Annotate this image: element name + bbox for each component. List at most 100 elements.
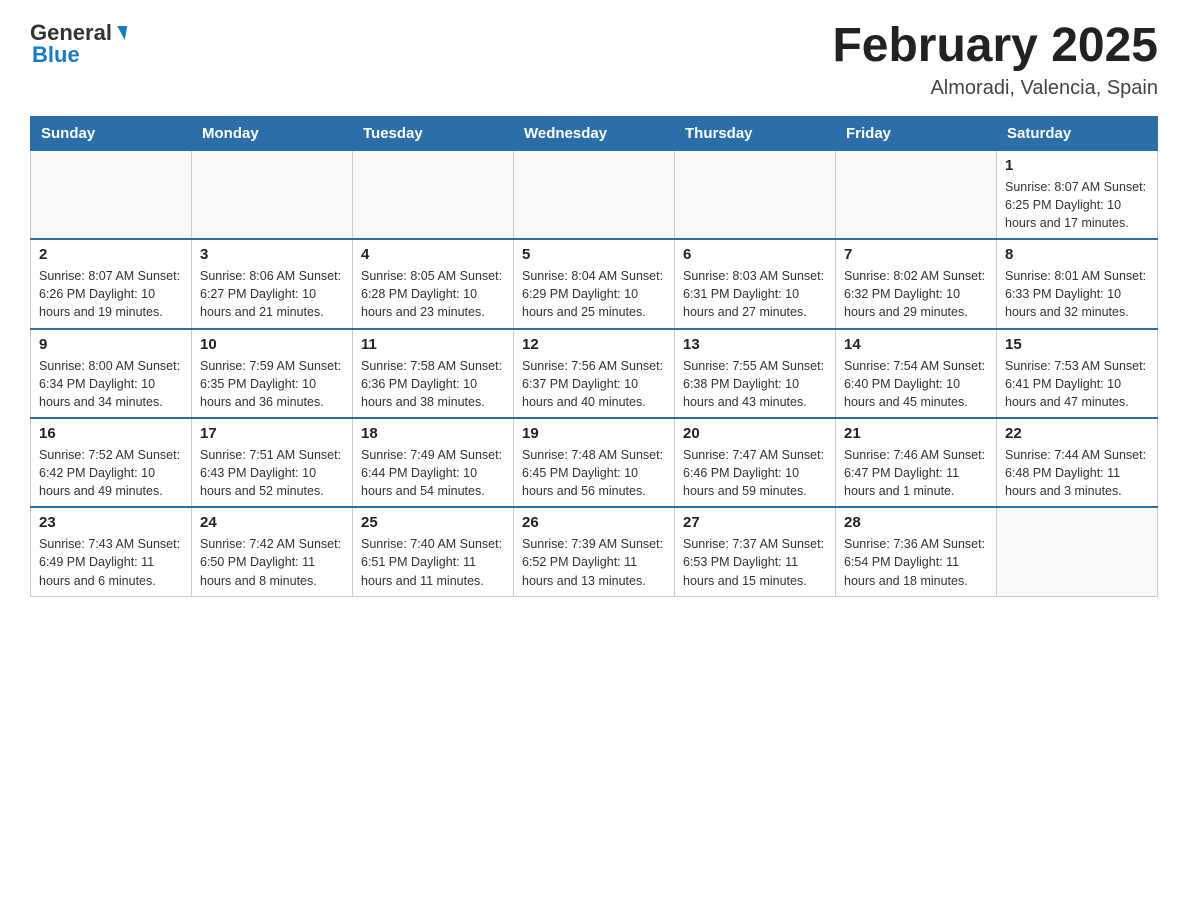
day-number: 1 bbox=[1005, 157, 1149, 174]
day-info: Sunrise: 7:37 AM Sunset: 6:53 PM Dayligh… bbox=[683, 535, 827, 589]
day-number: 19 bbox=[522, 425, 666, 442]
calendar-cell: 22 Sunrise: 7:44 AM Sunset: 6:48 PM Dayli… bbox=[997, 418, 1158, 507]
day-info: Sunrise: 7:55 AM Sunset: 6:38 PM Dayligh… bbox=[683, 357, 827, 411]
day-info: Sunrise: 7:48 AM Sunset: 6:45 PM Dayligh… bbox=[522, 446, 666, 500]
logo-arrow-icon bbox=[115, 26, 127, 40]
subtitle: Almoradi, Valencia, Spain bbox=[832, 77, 1158, 100]
col-header-thursday: Thursday bbox=[675, 116, 836, 150]
day-info: Sunrise: 8:06 AM Sunset: 6:27 PM Dayligh… bbox=[200, 267, 344, 321]
calendar-cell: 3 Sunrise: 8:06 AM Sunset: 6:27 PM Daylig… bbox=[192, 239, 353, 328]
day-info: Sunrise: 7:43 AM Sunset: 6:49 PM Dayligh… bbox=[39, 535, 183, 589]
day-info: Sunrise: 8:03 AM Sunset: 6:31 PM Dayligh… bbox=[683, 267, 827, 321]
calendar-cell bbox=[836, 150, 997, 239]
day-info: Sunrise: 8:00 AM Sunset: 6:34 PM Dayligh… bbox=[39, 357, 183, 411]
calendar-cell: 6 Sunrise: 8:03 AM Sunset: 6:31 PM Daylig… bbox=[675, 239, 836, 328]
day-info: Sunrise: 7:52 AM Sunset: 6:42 PM Dayligh… bbox=[39, 446, 183, 500]
day-number: 24 bbox=[200, 514, 344, 531]
calendar-cell: 28 Sunrise: 7:36 AM Sunset: 6:54 PM Dayli… bbox=[836, 507, 997, 596]
day-number: 3 bbox=[200, 246, 344, 263]
calendar-cell: 2 Sunrise: 8:07 AM Sunset: 6:26 PM Daylig… bbox=[31, 239, 192, 328]
calendar-week-row: 23 Sunrise: 7:43 AM Sunset: 6:49 PM Dayli… bbox=[31, 507, 1158, 596]
day-number: 20 bbox=[683, 425, 827, 442]
calendar-cell: 9 Sunrise: 8:00 AM Sunset: 6:34 PM Daylig… bbox=[31, 329, 192, 418]
day-info: Sunrise: 7:58 AM Sunset: 6:36 PM Dayligh… bbox=[361, 357, 505, 411]
day-number: 12 bbox=[522, 336, 666, 353]
calendar-cell: 1 Sunrise: 8:07 AM Sunset: 6:25 PM Daylig… bbox=[997, 150, 1158, 239]
day-number: 25 bbox=[361, 514, 505, 531]
calendar-cell: 4 Sunrise: 8:05 AM Sunset: 6:28 PM Daylig… bbox=[353, 239, 514, 328]
calendar-week-row: 1 Sunrise: 8:07 AM Sunset: 6:25 PM Daylig… bbox=[31, 150, 1158, 239]
calendar-cell: 14Sunrise: 7:54 AM Sunset: 6:40 PM Dayli… bbox=[836, 329, 997, 418]
calendar-cell: 27 Sunrise: 7:37 AM Sunset: 6:53 PM Dayli… bbox=[675, 507, 836, 596]
calendar-cell: 18 Sunrise: 7:49 AM Sunset: 6:44 PM Dayli… bbox=[353, 418, 514, 507]
day-number: 16 bbox=[39, 425, 183, 442]
calendar-cell: 13 Sunrise: 7:55 AM Sunset: 6:38 PM Dayli… bbox=[675, 329, 836, 418]
calendar-cell: 7 Sunrise: 8:02 AM Sunset: 6:32 PM Daylig… bbox=[836, 239, 997, 328]
calendar-table: SundayMondayTuesdayWednesdayThursdayFrid… bbox=[30, 116, 1158, 597]
page-header: General Blue February 2025 Almoradi, Val… bbox=[30, 20, 1158, 100]
calendar-week-row: 16 Sunrise: 7:52 AM Sunset: 6:42 PM Dayli… bbox=[31, 418, 1158, 507]
day-info: Sunrise: 8:07 AM Sunset: 6:26 PM Dayligh… bbox=[39, 267, 183, 321]
calendar-week-row: 9 Sunrise: 8:00 AM Sunset: 6:34 PM Daylig… bbox=[31, 329, 1158, 418]
title-area: February 2025 Almoradi, Valencia, Spain bbox=[832, 20, 1158, 100]
calendar-cell bbox=[192, 150, 353, 239]
calendar-cell: 20Sunrise: 7:47 AM Sunset: 6:46 PM Dayli… bbox=[675, 418, 836, 507]
day-number: 7 bbox=[844, 246, 988, 263]
day-number: 22 bbox=[1005, 425, 1149, 442]
calendar-cell: 16 Sunrise: 7:52 AM Sunset: 6:42 PM Dayli… bbox=[31, 418, 192, 507]
main-title: February 2025 bbox=[832, 20, 1158, 73]
day-info: Sunrise: 7:54 AM Sunset: 6:40 PM Dayligh… bbox=[844, 357, 988, 411]
day-info: Sunrise: 7:39 AM Sunset: 6:52 PM Dayligh… bbox=[522, 535, 666, 589]
day-number: 9 bbox=[39, 336, 183, 353]
col-header-saturday: Saturday bbox=[997, 116, 1158, 150]
day-info: Sunrise: 7:36 AM Sunset: 6:54 PM Dayligh… bbox=[844, 535, 988, 589]
day-number: 26 bbox=[522, 514, 666, 531]
day-number: 5 bbox=[522, 246, 666, 263]
calendar-cell: 8Sunrise: 8:01 AM Sunset: 6:33 PM Daylig… bbox=[997, 239, 1158, 328]
calendar-cell: 15Sunrise: 7:53 AM Sunset: 6:41 PM Dayli… bbox=[997, 329, 1158, 418]
calendar-header-row: SundayMondayTuesdayWednesdayThursdayFrid… bbox=[31, 116, 1158, 150]
calendar-cell: 25Sunrise: 7:40 AM Sunset: 6:51 PM Dayli… bbox=[353, 507, 514, 596]
day-info: Sunrise: 8:01 AM Sunset: 6:33 PM Dayligh… bbox=[1005, 267, 1149, 321]
day-info: Sunrise: 7:44 AM Sunset: 6:48 PM Dayligh… bbox=[1005, 446, 1149, 500]
day-number: 2 bbox=[39, 246, 183, 263]
calendar-cell: 23 Sunrise: 7:43 AM Sunset: 6:49 PM Dayli… bbox=[31, 507, 192, 596]
logo-blue-text: Blue bbox=[32, 42, 80, 68]
calendar-cell: 5 Sunrise: 8:04 AM Sunset: 6:29 PM Daylig… bbox=[514, 239, 675, 328]
day-info: Sunrise: 7:46 AM Sunset: 6:47 PM Dayligh… bbox=[844, 446, 988, 500]
day-info: Sunrise: 7:49 AM Sunset: 6:44 PM Dayligh… bbox=[361, 446, 505, 500]
calendar-week-row: 2 Sunrise: 8:07 AM Sunset: 6:26 PM Daylig… bbox=[31, 239, 1158, 328]
day-info: Sunrise: 8:05 AM Sunset: 6:28 PM Dayligh… bbox=[361, 267, 505, 321]
calendar-cell: 19 Sunrise: 7:48 AM Sunset: 6:45 PM Dayli… bbox=[514, 418, 675, 507]
day-info: Sunrise: 8:07 AM Sunset: 6:25 PM Dayligh… bbox=[1005, 178, 1149, 232]
day-info: Sunrise: 7:59 AM Sunset: 6:35 PM Dayligh… bbox=[200, 357, 344, 411]
day-info: Sunrise: 8:04 AM Sunset: 6:29 PM Dayligh… bbox=[522, 267, 666, 321]
day-number: 4 bbox=[361, 246, 505, 263]
calendar-cell bbox=[31, 150, 192, 239]
col-header-tuesday: Tuesday bbox=[353, 116, 514, 150]
col-header-wednesday: Wednesday bbox=[514, 116, 675, 150]
calendar-cell: 17 Sunrise: 7:51 AM Sunset: 6:43 PM Dayli… bbox=[192, 418, 353, 507]
day-number: 21 bbox=[844, 425, 988, 442]
day-number: 18 bbox=[361, 425, 505, 442]
day-number: 6 bbox=[683, 246, 827, 263]
col-header-friday: Friday bbox=[836, 116, 997, 150]
day-number: 15 bbox=[1005, 336, 1149, 353]
day-number: 28 bbox=[844, 514, 988, 531]
calendar-cell: 21 Sunrise: 7:46 AM Sunset: 6:47 PM Dayli… bbox=[836, 418, 997, 507]
day-number: 23 bbox=[39, 514, 183, 531]
col-header-monday: Monday bbox=[192, 116, 353, 150]
day-info: Sunrise: 7:42 AM Sunset: 6:50 PM Dayligh… bbox=[200, 535, 344, 589]
calendar-cell: 10 Sunrise: 7:59 AM Sunset: 6:35 PM Dayli… bbox=[192, 329, 353, 418]
day-number: 10 bbox=[200, 336, 344, 353]
day-info: Sunrise: 8:02 AM Sunset: 6:32 PM Dayligh… bbox=[844, 267, 988, 321]
day-number: 27 bbox=[683, 514, 827, 531]
calendar-cell bbox=[997, 507, 1158, 596]
day-number: 13 bbox=[683, 336, 827, 353]
calendar-cell bbox=[675, 150, 836, 239]
day-number: 17 bbox=[200, 425, 344, 442]
calendar-cell: 26 Sunrise: 7:39 AM Sunset: 6:52 PM Dayli… bbox=[514, 507, 675, 596]
calendar-cell: 11Sunrise: 7:58 AM Sunset: 6:36 PM Dayli… bbox=[353, 329, 514, 418]
day-info: Sunrise: 7:51 AM Sunset: 6:43 PM Dayligh… bbox=[200, 446, 344, 500]
calendar-cell: 24 Sunrise: 7:42 AM Sunset: 6:50 PM Dayli… bbox=[192, 507, 353, 596]
